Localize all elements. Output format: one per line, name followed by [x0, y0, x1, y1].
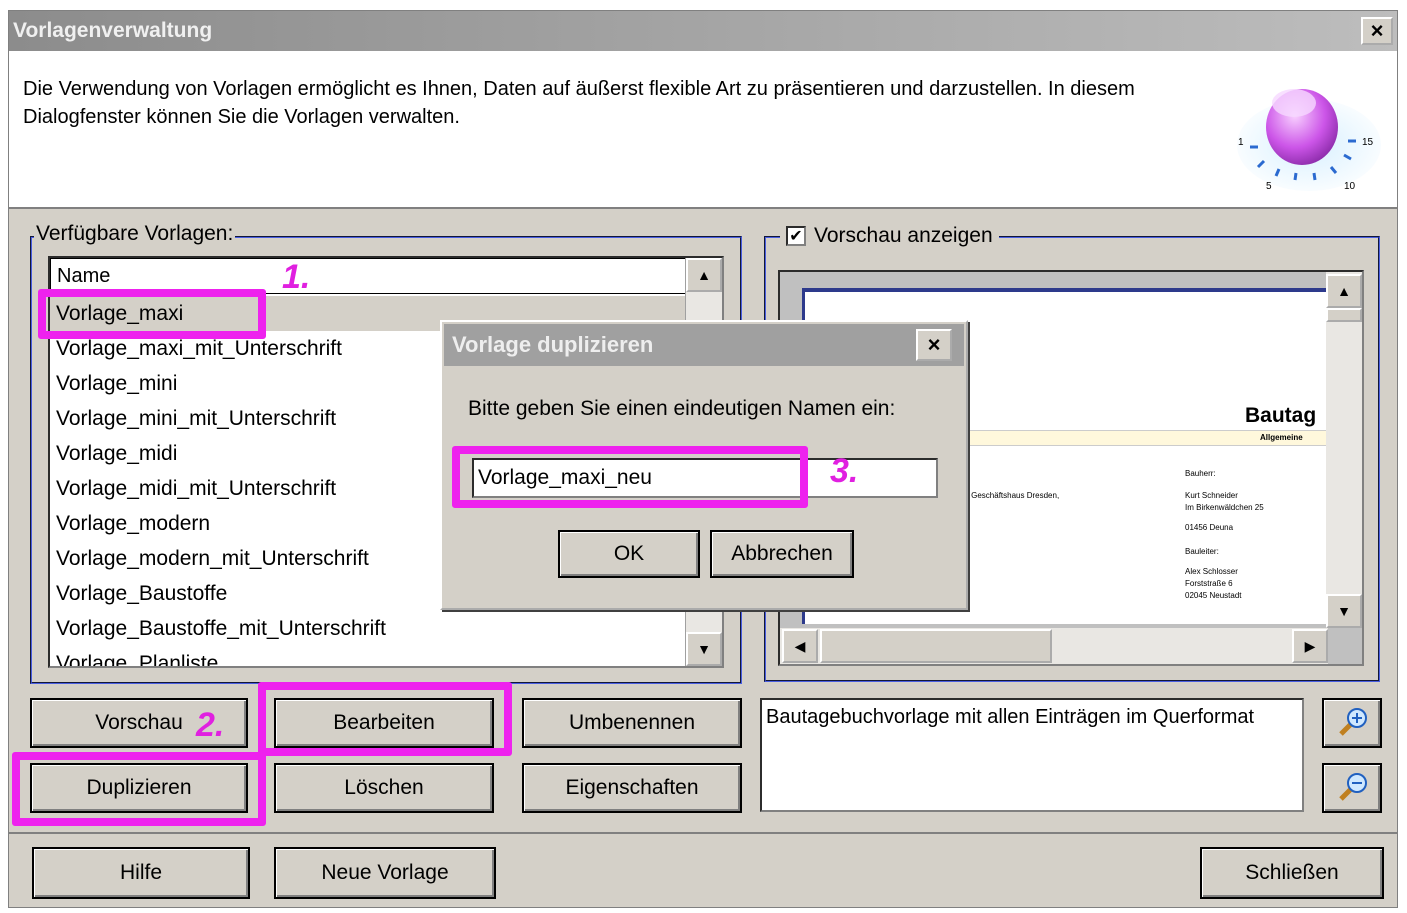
arrow-down-icon: ▼ [1337, 603, 1351, 619]
zoom-out-icon [1339, 773, 1367, 801]
delete-button[interactable]: Löschen [274, 763, 494, 813]
annotation-step-1: 1. [282, 258, 311, 296]
dial-tick-10: 10 [1344, 181, 1356, 192]
help-button[interactable]: Hilfe [32, 847, 250, 899]
dial-tick-5: 5 [1266, 181, 1272, 192]
description-text: Die Verwendung von Vorlagen ermöglicht e… [23, 78, 1135, 128]
arrow-up-icon: ▲ [1337, 283, 1351, 299]
arrow-up-icon: ▲ [697, 267, 711, 283]
annotation-step-2: 2. [196, 706, 225, 744]
arrow-left-icon: ◀ [794, 637, 806, 654]
arrow-right-icon: ▶ [1304, 637, 1316, 654]
preview-scroll-left-button[interactable]: ◀ [782, 629, 818, 663]
preview-text-line: Alex Schlosser [1185, 567, 1238, 576]
ok-button[interactable]: OK [558, 530, 700, 578]
preview-vscroll-thumb[interactable] [1326, 308, 1362, 322]
dial-tick-1: 1 [1238, 137, 1244, 148]
list-item[interactable]: Vorlage_Planliste [50, 646, 686, 666]
preview-scroll-right-button[interactable]: ▶ [1292, 629, 1328, 663]
preview-hscroll-thumb[interactable] [820, 629, 1052, 663]
scroll-down-button[interactable]: ▼ [686, 632, 722, 666]
highlight-selected-template [38, 289, 266, 339]
scroll-up-button[interactable]: ▲ [686, 258, 722, 292]
properties-button[interactable]: Eigenschaften [522, 763, 742, 813]
rename-button[interactable]: Umbenennen [522, 698, 742, 748]
preview-text-line: nd Geschäftshaus Dresden, [960, 491, 1060, 500]
dial-logo-icon: 1 15 5 10 [1237, 89, 1381, 192]
title-bar: Vorlagenverwaltung [9, 11, 1397, 51]
preview-text-line: Bauherr: [1185, 469, 1216, 478]
zoom-in-icon [1339, 708, 1367, 736]
close-icon: × [1370, 18, 1384, 43]
templates-group-label: Verfügbare Vorlagen: [34, 222, 236, 246]
close-icon: × [927, 332, 941, 357]
preview-text-line: Forststraße 6 [1185, 579, 1233, 588]
preview-text-line: 02045 Neustadt [1185, 591, 1242, 600]
dialog-prompt: Bitte geben Sie einen eindeutigen Namen … [468, 397, 896, 420]
arrow-down-icon: ▼ [697, 641, 711, 657]
header-panel: Die Verwendung von Vorlagen ermöglicht e… [9, 51, 1397, 209]
preview-scroll-down-button[interactable]: ▼ [1326, 594, 1362, 628]
dialog-title: Vorlage duplizieren [452, 332, 654, 357]
preview-vscrollbar[interactable]: ▲ ▼ [1326, 272, 1362, 628]
highlight-edit-button [258, 682, 512, 756]
window-title: Vorlagenverwaltung [13, 19, 213, 42]
zoom-out-button[interactable] [1322, 763, 1382, 813]
template-description: Bautagebuchvorlage mit allen Einträgen i… [760, 698, 1304, 812]
checkmark-icon: ✔ [789, 228, 803, 245]
dial-tick-15: 15 [1362, 137, 1374, 148]
preview-text-line: Kurt Schneider [1185, 491, 1238, 500]
new-template-button[interactable]: Neue Vorlage [274, 847, 496, 899]
preview-text-line: Bauleiter: [1185, 547, 1219, 556]
preview-checkbox[interactable]: ✔ [786, 226, 806, 246]
highlight-duplicate-button [12, 752, 266, 826]
preview-toggle[interactable]: ✔ Vorschau anzeigen [780, 224, 999, 248]
preview-scroll-up-button[interactable]: ▲ [1326, 274, 1362, 308]
close-button[interactable]: × [1361, 17, 1393, 45]
preview-page-subtitle: Allgemeine [1260, 433, 1303, 442]
highlight-name-input [452, 446, 808, 508]
dialog-close-button[interactable]: × [916, 329, 952, 361]
close-dialog-button[interactable]: Schließen [1200, 847, 1384, 899]
list-item[interactable]: Vorlage_Baustoffe_mit_Unterschrift [50, 611, 686, 646]
dialog-title-bar: Vorlage duplizieren × [444, 324, 964, 366]
cancel-button[interactable]: Abbrechen [710, 530, 854, 578]
footer-divider [8, 832, 1398, 834]
annotation-step-3: 3. [830, 452, 859, 490]
preview-checkbox-label: Vorschau anzeigen [814, 224, 993, 247]
preview-text-line: Im Birkenwäldchen 25 [1185, 503, 1264, 512]
preview-text-line: 01456 Deuna [1185, 523, 1234, 532]
zoom-in-button[interactable] [1322, 698, 1382, 748]
preview-hscrollbar[interactable]: ◀ ▶ [780, 628, 1328, 664]
preview-page-title: Bautag [1245, 404, 1317, 427]
